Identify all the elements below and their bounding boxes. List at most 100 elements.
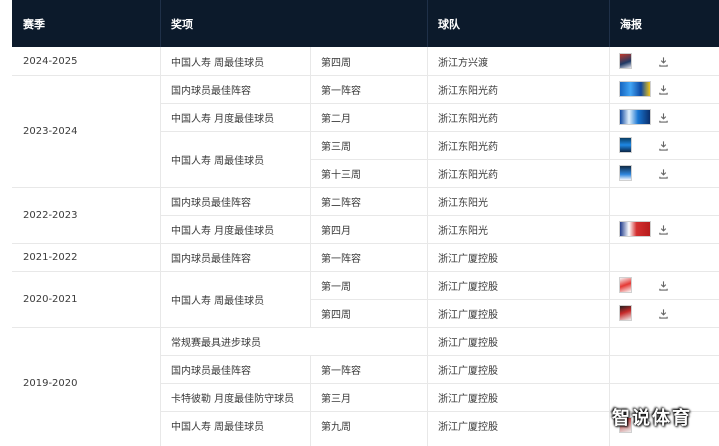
award-cell: 国内球员最佳阵容: [171, 253, 251, 265]
row-divider: [310, 243, 719, 244]
awards-table: 赛季 奖项 球队 海报 2024-2025 2023-2024 2022-2023 2…: [0, 0, 719, 446]
award-cell: 中国人寿 周最佳球员: [171, 57, 265, 69]
award-detail-cell: 第一阵容: [321, 253, 361, 265]
row-divider: [160, 411, 310, 412]
award-detail-cell: 第一阵容: [321, 365, 361, 377]
row-divider: [310, 215, 719, 216]
season-cell: 2021-2022: [23, 251, 78, 263]
team-cell: 浙江东阳光药: [438, 141, 498, 153]
download-icon[interactable]: [658, 280, 669, 291]
row-divider: [160, 215, 310, 216]
team-cell: 浙江广厦控股: [438, 421, 498, 433]
award-cell: 中国人寿 周最佳球员: [171, 155, 265, 167]
award-detail-cell: 第四周: [321, 309, 351, 321]
poster-thumbnail-icon[interactable]: [619, 53, 632, 69]
download-icon[interactable]: [658, 112, 669, 123]
row-divider: [310, 131, 719, 132]
header-season: 赛季: [12, 0, 160, 47]
poster-thumbnail-icon[interactable]: [619, 221, 651, 237]
row-divider: [160, 327, 310, 328]
award-detail-cell: 第九周: [321, 421, 351, 433]
award-cell: 中国人寿 月度最佳球员: [171, 113, 275, 125]
season-cell: 2022-2023: [23, 209, 78, 221]
team-cell: 浙江东阳光: [438, 197, 488, 209]
row-divider: [310, 383, 719, 384]
header-poster: 海报: [609, 0, 719, 47]
row-divider: [160, 131, 310, 132]
season-cell: 2024-2025: [23, 55, 78, 67]
season-cell: 2019-2020: [23, 377, 78, 389]
award-cell: 国内球员最佳阵容: [171, 85, 251, 97]
team-cell: 浙江东阳光药: [438, 85, 498, 97]
row-divider: [160, 355, 310, 356]
award-cell: 中国人寿 月度最佳球员: [171, 225, 275, 237]
column-divider: [609, 47, 610, 446]
team-cell: 浙江东阳光药: [438, 113, 498, 125]
award-detail-cell: 第一阵容: [321, 85, 361, 97]
row-divider: [160, 271, 310, 272]
row-divider: [310, 103, 719, 104]
award-cell: 中国人寿 周最佳球员: [171, 295, 265, 307]
poster-thumbnail-icon[interactable]: [619, 109, 651, 125]
poster-thumbnail-icon[interactable]: [619, 305, 632, 321]
award-detail-cell: 第三周: [321, 141, 351, 153]
award-cell: 中国人寿 周最佳球员: [171, 421, 265, 433]
download-icon[interactable]: [658, 140, 669, 151]
award-detail-cell: 第二阵容: [321, 197, 361, 209]
award-detail-cell: 第十三周: [321, 169, 361, 181]
download-icon[interactable]: [658, 224, 669, 235]
team-cell: 浙江东阳光: [438, 225, 488, 237]
row-divider: [310, 271, 719, 272]
header-award: 奖项: [160, 0, 427, 47]
poster-thumbnail-icon[interactable]: [619, 137, 632, 153]
watermark: 智说体育: [612, 408, 692, 429]
download-icon[interactable]: [658, 308, 669, 319]
team-cell: 浙江东阳光药: [438, 169, 498, 181]
download-icon[interactable]: [658, 84, 669, 95]
poster-thumbnail-icon[interactable]: [619, 165, 632, 181]
season-cell: 2023-2024: [23, 125, 78, 137]
award-cell: 卡特彼勒 月度最佳防守球员: [171, 393, 295, 405]
download-icon[interactable]: [658, 168, 669, 179]
award-cell: 常规赛最具进步球员: [171, 337, 261, 349]
team-cell: 浙江广厦控股: [438, 393, 498, 405]
team-cell: 浙江广厦控股: [438, 281, 498, 293]
header-team-label: 球队: [438, 17, 460, 31]
header-divider: [160, 0, 161, 47]
row-divider: [160, 103, 310, 104]
award-cell: 国内球员最佳阵容: [171, 197, 251, 209]
award-detail-cell: 第四周: [321, 57, 351, 69]
row-divider: [310, 75, 719, 76]
team-cell: 浙江广厦控股: [438, 309, 498, 321]
award-detail-cell: 第一周: [321, 281, 351, 293]
row-divider: [160, 187, 310, 188]
team-cell: 浙江广厦控股: [438, 253, 498, 265]
season-cell: 2020-2021: [23, 293, 78, 305]
poster-thumbnail-icon[interactable]: [619, 277, 632, 293]
team-cell: 浙江方兴渡: [438, 57, 488, 69]
team-cell: 浙江广厦控股: [438, 365, 498, 377]
award-detail-cell: 第三月: [321, 393, 351, 405]
column-divider: [160, 47, 161, 446]
award-detail-cell: 第二月: [321, 113, 351, 125]
column-divider: [427, 47, 428, 446]
header-poster-label: 海报: [620, 17, 642, 31]
row-divider: [310, 187, 719, 188]
poster-thumbnail-icon[interactable]: [619, 81, 651, 97]
row-divider: [310, 327, 719, 328]
row-divider: [160, 243, 310, 244]
header-season-label: 赛季: [23, 17, 45, 31]
row-divider: [310, 159, 719, 160]
award-detail-cell: 第四月: [321, 225, 351, 237]
download-icon[interactable]: [658, 56, 669, 67]
row-divider: [160, 75, 310, 76]
team-cell: 浙江广厦控股: [438, 337, 498, 349]
row-divider: [160, 383, 310, 384]
header-team: 球队: [427, 0, 609, 47]
row-divider: [310, 355, 719, 356]
header-award-label: 奖项: [171, 17, 193, 31]
award-cell: 国内球员最佳阵容: [171, 365, 251, 377]
header-divider: [427, 0, 428, 47]
header-divider: [609, 0, 610, 47]
column-divider: [310, 47, 311, 327]
